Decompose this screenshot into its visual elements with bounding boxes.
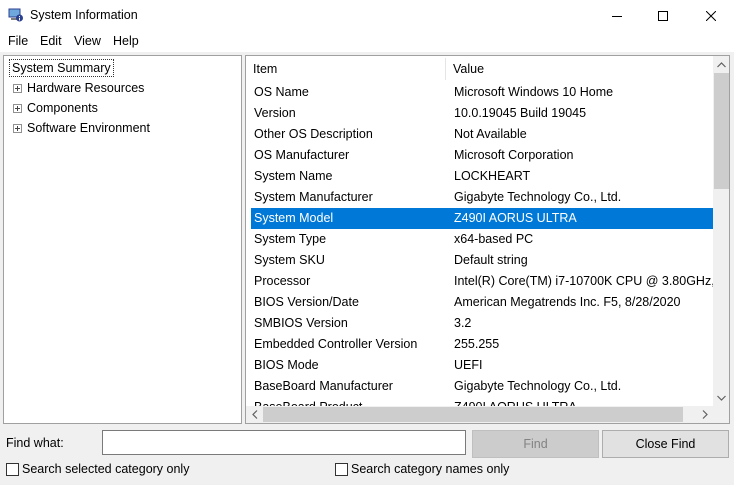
- horizontal-scrollbar[interactable]: [246, 406, 713, 423]
- horizontal-scroll-thumb[interactable]: [263, 407, 683, 422]
- item-cell: Other OS Description: [254, 127, 373, 141]
- tree-item-system-summary[interactable]: System Summary: [9, 59, 114, 77]
- search-selected-category-checkbox[interactable]: [6, 462, 19, 476]
- column-header-value[interactable]: Value: [446, 56, 713, 82]
- system-information-app-icon: [8, 7, 24, 23]
- minimize-button[interactable]: [594, 0, 640, 31]
- details-list[interactable]: Item Value OS Name Microsoft Windows 10 H…: [245, 55, 730, 424]
- table-row[interactable]: System Model Z490I AORUS ULTRA: [251, 208, 713, 229]
- table-row[interactable]: System SKU Default string: [251, 250, 713, 271]
- checkbox-label: Search selected category only: [22, 462, 190, 476]
- value-cell: x64-based PC: [454, 232, 534, 246]
- table-row[interactable]: Processor Intel(R) Core(TM) i7-10700K CPU…: [251, 271, 713, 292]
- value-cell: Gigabyte Technology Co., Ltd.: [454, 190, 622, 204]
- table-row[interactable]: System Name LOCKHEART: [251, 166, 713, 187]
- table-row[interactable]: Embedded Controller Version 255.255: [251, 334, 713, 355]
- tree-item-software-environment[interactable]: Software Environment: [13, 121, 150, 135]
- scroll-left-arrow-icon[interactable]: [246, 406, 263, 423]
- scrollbar-corner: [713, 406, 729, 423]
- close-button[interactable]: [688, 0, 734, 31]
- table-row[interactable]: System Manufacturer Gigabyte Technology C…: [251, 187, 713, 208]
- value-cell: Microsoft Corporation: [454, 148, 574, 162]
- list-header: Item Value: [246, 56, 713, 82]
- item-cell: System Model: [254, 211, 334, 225]
- expand-plus-icon[interactable]: [13, 83, 22, 93]
- find-input[interactable]: [102, 430, 466, 455]
- maximize-button[interactable]: [640, 0, 686, 31]
- scroll-up-arrow-icon[interactable]: [713, 56, 729, 73]
- expand-plus-icon[interactable]: [13, 123, 22, 133]
- close-find-button[interactable]: Close Find: [602, 430, 729, 458]
- table-row[interactable]: OS Manufacturer Microsoft Corporation: [251, 145, 713, 166]
- item-cell: System Type: [254, 232, 327, 246]
- scroll-right-arrow-icon[interactable]: [696, 406, 713, 423]
- tree-item-label: Hardware Resources: [27, 81, 145, 95]
- menu-view[interactable]: View: [74, 34, 101, 48]
- vertical-scroll-thumb[interactable]: [714, 73, 729, 189]
- item-cell: BIOS Mode: [254, 358, 319, 372]
- item-cell: System SKU: [254, 253, 325, 267]
- value-cell: UEFI: [454, 358, 483, 372]
- category-tree[interactable]: System Summary Hardware Resources Compon…: [3, 55, 242, 424]
- item-cell: System Name: [254, 169, 333, 183]
- value-cell: Z490I AORUS ULTRA: [454, 211, 577, 225]
- title-bar: System Information: [0, 0, 734, 31]
- scroll-down-arrow-icon[interactable]: [713, 389, 729, 406]
- minimize-icon: [612, 15, 622, 17]
- table-row[interactable]: BaseBoard Product Z490I AORUS ULTRA: [251, 397, 713, 406]
- value-cell: Z490I AORUS ULTRA: [454, 397, 577, 406]
- table-row[interactable]: BIOS Mode UEFI: [251, 355, 713, 376]
- tree-item-hardware-resources[interactable]: Hardware Resources: [13, 81, 144, 95]
- value-cell: 255.255: [454, 337, 500, 351]
- item-cell: BIOS Version/Date: [254, 295, 359, 309]
- menu-help[interactable]: Help: [113, 34, 139, 48]
- find-button[interactable]: Find: [472, 430, 599, 458]
- value-cell: 3.2: [454, 316, 472, 330]
- value-cell: Microsoft Windows 10 Home: [454, 85, 614, 99]
- close-icon: [706, 10, 716, 21]
- item-cell: OS Name: [254, 85, 309, 99]
- table-row[interactable]: Version 10.0.19045 Build 19045: [251, 103, 713, 124]
- item-cell: Processor: [254, 274, 311, 288]
- item-cell: Version: [254, 106, 296, 120]
- menu-edit[interactable]: Edit: [40, 34, 62, 48]
- column-header-item[interactable]: Item: [246, 56, 445, 82]
- maximize-icon: [658, 10, 668, 21]
- search-category-names-option[interactable]: Search category names only: [335, 462, 509, 476]
- expand-plus-icon[interactable]: [13, 103, 22, 113]
- tree-item-label: Software Environment: [27, 121, 150, 135]
- value-cell: Default string: [454, 253, 528, 267]
- value-cell: American Megatrends Inc. F5, 8/28/2020: [454, 295, 681, 309]
- value-cell: Not Available: [454, 127, 527, 141]
- search-category-names-checkbox[interactable]: [335, 462, 348, 476]
- table-row[interactable]: SMBIOS Version 3.2: [251, 313, 713, 334]
- item-cell: Embedded Controller Version: [254, 337, 418, 351]
- vertical-scrollbar[interactable]: [713, 56, 729, 406]
- table-row[interactable]: Other OS Description Not Available: [251, 124, 713, 145]
- search-selected-category-option[interactable]: Search selected category only: [6, 462, 189, 476]
- table-row[interactable]: BaseBoard Manufacturer Gigabyte Technolog…: [251, 376, 713, 397]
- item-cell: SMBIOS Version: [254, 316, 348, 330]
- tree-item-components[interactable]: Components: [13, 101, 98, 115]
- table-row[interactable]: BIOS Version/Date American Megatrends Inc…: [251, 292, 713, 313]
- value-cell: Gigabyte Technology Co., Ltd.: [454, 379, 622, 393]
- find-label: Find what:: [6, 436, 64, 450]
- window-title: System Information: [30, 8, 138, 22]
- value-cell: LOCKHEART: [454, 169, 531, 183]
- table-row[interactable]: System Type x64-based PC: [251, 229, 713, 250]
- item-cell: BaseBoard Manufacturer: [254, 379, 393, 393]
- item-cell: OS Manufacturer: [254, 148, 350, 162]
- menu-bar: File Edit View Help: [0, 31, 734, 52]
- list-rows: OS Name Microsoft Windows 10 Home Version 1…: [251, 82, 713, 406]
- item-cell: BaseBoard Product: [254, 397, 362, 406]
- value-cell: 10.0.19045 Build 19045: [454, 106, 587, 120]
- table-row[interactable]: OS Name Microsoft Windows 10 Home: [251, 82, 713, 103]
- checkbox-label: Search category names only: [351, 462, 510, 476]
- value-cell: Intel(R) Core(TM) i7-10700K CPU @ 3.80GH…: [454, 274, 713, 288]
- item-cell: System Manufacturer: [254, 190, 373, 204]
- tree-item-label: Components: [27, 101, 98, 115]
- menu-file[interactable]: File: [8, 34, 28, 48]
